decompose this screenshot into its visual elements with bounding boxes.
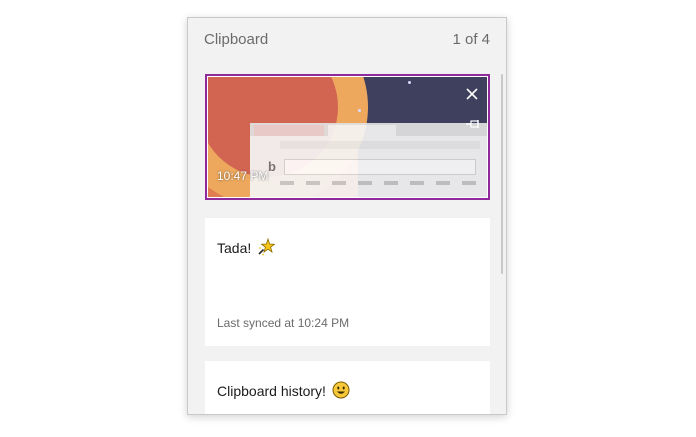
close-icon[interactable] [465,87,479,101]
clipboard-item-image[interactable]: b 10:47 PM [205,74,490,200]
clipboard-item-content: Tada! [217,238,276,256]
scrollbar-thumb[interactable] [501,74,503,274]
item-timestamp: 10:47 PM [217,169,269,183]
sparkle-star-icon [258,238,276,256]
scrollbar[interactable] [501,74,503,410]
clipboard-header: Clipboard 1 of 4 [188,18,506,62]
clipboard-panel: Clipboard 1 of 4 b 10:47 PM Tada! Last s… [187,17,507,415]
item-counter: 1 of 4 [452,31,490,48]
screenshot-thumbnail: b 10:47 PM [208,77,487,197]
pin-icon[interactable] [465,119,481,129]
clipboard-title: Clipboard [204,31,269,48]
clipboard-item-text[interactable]: Clipboard history! [205,361,490,414]
sync-status: Last synced at 10:24 PM [217,316,350,330]
smiley-face-icon [332,381,350,399]
clipboard-item-text[interactable]: Tada! Last synced at 10:24 PM [205,218,490,346]
clipboard-item-content: Clipboard history! [217,381,350,399]
